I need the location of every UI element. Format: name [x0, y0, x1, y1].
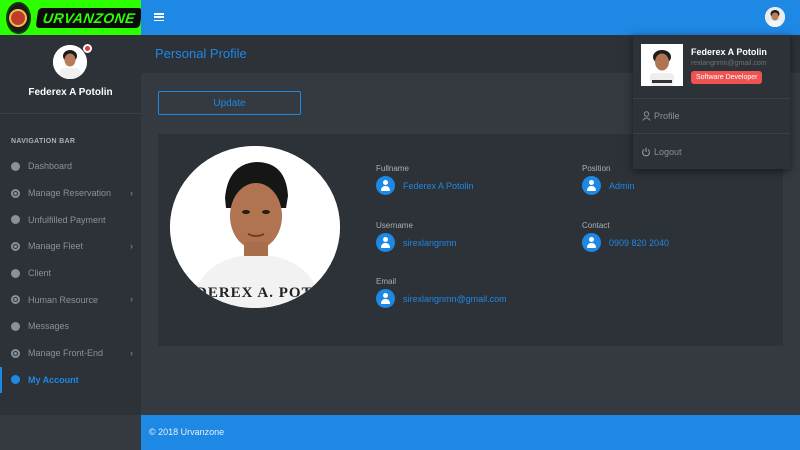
contact-field: Contact 0909 820 2040 — [582, 221, 669, 252]
ring-icon — [11, 295, 20, 305]
circle-icon — [11, 321, 20, 331]
sidebar-nav: Dashboard Manage Reservation › Unfulfille… — [0, 153, 141, 394]
sidebar-item-manage-front-end[interactable]: Manage Front-End › — [0, 340, 141, 367]
email-label: Email — [376, 277, 397, 286]
fullname-label: Fullname — [376, 164, 409, 173]
brand-logo[interactable]: URVANZONE — [0, 0, 143, 35]
sidebar-item-dashboard[interactable]: Dashboard — [0, 153, 141, 180]
circle-icon — [11, 161, 20, 171]
sidebar-user-name: Federex A Potolin — [28, 87, 113, 98]
avatar-image — [765, 7, 785, 27]
sidebar-item-client[interactable]: Client — [0, 260, 141, 287]
dropdown-user-email: rexlangnmn@gmail.com — [691, 60, 767, 67]
user-icon — [376, 176, 395, 195]
sidebar-profile: Federex A Potolin — [0, 35, 141, 114]
photo-caption: EDEREX A. POTO — [185, 285, 325, 301]
ring-icon — [11, 348, 20, 358]
dropdown-item-profile[interactable]: Profile — [633, 99, 790, 134]
profile-photo-image — [170, 146, 340, 308]
sidebar-item-manage-reservation[interactable]: Manage Reservation › — [0, 180, 141, 207]
power-icon — [641, 147, 651, 157]
person-icon — [641, 111, 651, 121]
dropdown-photo — [641, 44, 683, 86]
circle-icon — [11, 375, 20, 385]
dropdown-item-logout[interactable]: Logout — [633, 134, 790, 169]
page-title: Personal Profile — [155, 46, 247, 61]
top-bar — [141, 0, 800, 35]
fullname-field: Fullname Federex A Potolin — [376, 164, 474, 195]
sidebar-item-label: My Account — [28, 374, 79, 385]
contact-value: 0909 820 2040 — [609, 237, 670, 248]
avatar-image — [53, 45, 87, 79]
chevron-right-icon: › — [130, 187, 133, 198]
position-value: Admin — [609, 180, 635, 191]
sidebar-item-unfulfilled-payment[interactable]: Unfulfilled Payment — [0, 206, 141, 233]
username-label: Username — [376, 221, 413, 230]
contact-label: Contact — [582, 221, 610, 230]
sidebar-item-label: Client — [28, 268, 52, 279]
menu-icon[interactable] — [154, 11, 164, 23]
logo-text: URVANZONE — [35, 7, 143, 28]
sidebar-item-label: Manage Fleet — [28, 241, 84, 252]
dropdown-user-name: Federex A Potolin — [691, 47, 767, 57]
user-icon — [376, 233, 395, 252]
fullname-value: Federex A Potolin — [403, 180, 474, 191]
footer-text: © 2018 Urvanzone — [149, 427, 225, 437]
sidebar-item-label: Dashboard — [28, 161, 73, 172]
dropdown-item-label: Profile — [654, 111, 680, 121]
sidebar-item-label: Human Resource — [28, 294, 99, 305]
username-field: Username sirexlangnmn — [376, 221, 457, 252]
email-value: sirexlangnmn@gmail.com — [403, 293, 507, 304]
email-field: Email sirexlangnmn@gmail.com — [376, 277, 507, 308]
nav-title: NAVIGATION BAR — [11, 138, 76, 145]
sidebar-avatar[interactable] — [53, 45, 87, 79]
user-dropdown: Federex A Potolin rexlangnmn@gmail.com S… — [633, 35, 790, 169]
sidebar-item-label: Manage Reservation — [28, 188, 112, 199]
seal-icon — [6, 1, 31, 34]
dropdown-header: Federex A Potolin rexlangnmn@gmail.com S… — [633, 35, 790, 99]
position-field: Position Admin — [582, 164, 635, 195]
username-value: sirexlangnmn — [403, 237, 457, 248]
dropdown-item-label: Logout — [654, 146, 682, 157]
position-label: Position — [582, 164, 611, 173]
chevron-right-icon: › — [130, 294, 133, 305]
sidebar-item-human-resource[interactable]: Human Resource › — [0, 286, 141, 313]
dropdown-photo-image — [641, 44, 683, 86]
sidebar-item-label: Manage Front-End — [28, 348, 104, 359]
user-avatar-button[interactable] — [765, 7, 785, 27]
user-icon — [582, 233, 601, 252]
sidebar-item-label: Unfulfilled Payment — [28, 214, 106, 225]
ring-icon — [11, 188, 20, 198]
ring-icon — [11, 241, 20, 251]
sidebar-item-label: Messages — [28, 321, 70, 332]
sidebar-item-manage-fleet[interactable]: Manage Fleet › — [0, 233, 141, 260]
chevron-right-icon: › — [130, 241, 133, 252]
update-button[interactable]: Update — [158, 91, 301, 115]
chevron-right-icon: › — [130, 347, 133, 358]
sidebar-item-my-account[interactable]: My Account — [0, 366, 141, 394]
status-badge — [83, 44, 92, 53]
user-icon — [376, 289, 395, 308]
user-icon — [582, 176, 601, 195]
circle-icon — [11, 268, 20, 278]
profile-photo: EDEREX A. POTO — [170, 146, 340, 308]
circle-icon — [11, 215, 20, 225]
sidebar: Federex A Potolin NAVIGATION BAR Dashboa… — [0, 35, 141, 415]
footer: © 2018 Urvanzone — [141, 415, 800, 450]
sidebar-item-messages[interactable]: Messages — [0, 313, 141, 340]
role-badge: Software Developer — [691, 71, 763, 84]
